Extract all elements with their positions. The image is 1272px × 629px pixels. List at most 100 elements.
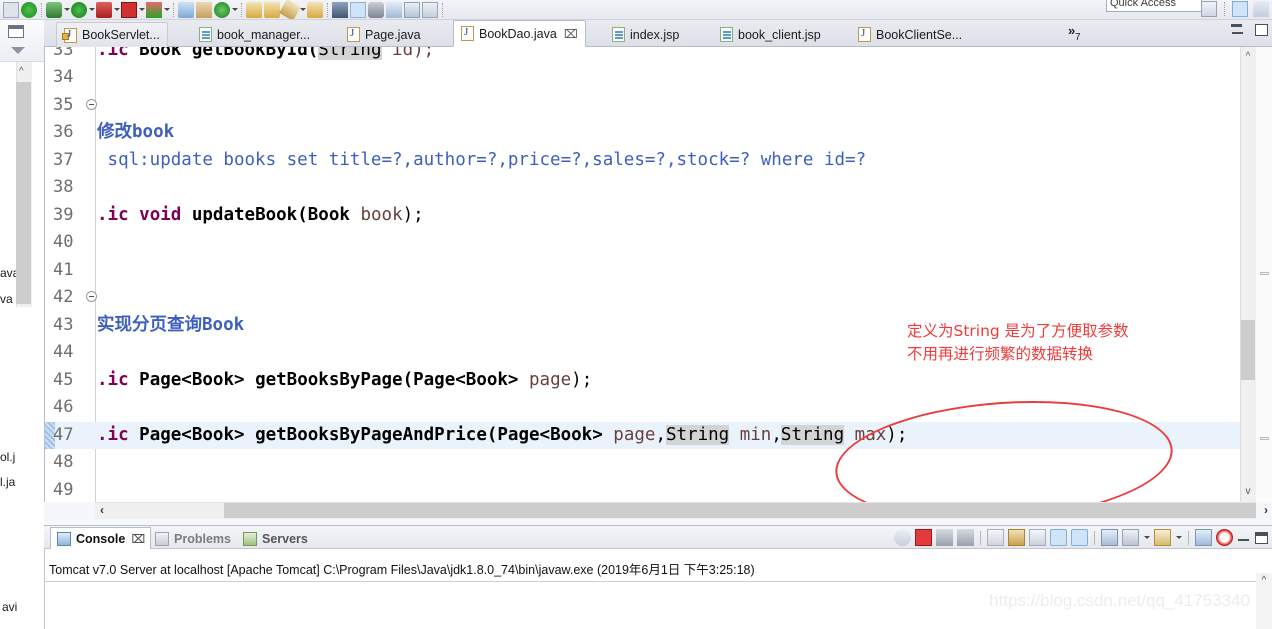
wrap-dropdown-icon[interactable] bbox=[1175, 530, 1182, 546]
open-perspective-icon[interactable] bbox=[1201, 1, 1217, 17]
open-folder-icon[interactable] bbox=[178, 1, 194, 18]
run-server-icon[interactable] bbox=[214, 1, 230, 18]
clear-console-icon[interactable] bbox=[987, 529, 1004, 546]
tab-console[interactable]: Console ⌧ bbox=[50, 527, 152, 550]
debug-icon[interactable] bbox=[46, 1, 62, 18]
edit-dropdown-icon[interactable] bbox=[299, 2, 306, 18]
server-dropdown-icon[interactable] bbox=[231, 2, 238, 18]
debug-dropdown-icon[interactable] bbox=[63, 2, 70, 18]
editor-tab-page-java[interactable]: Page.java bbox=[340, 22, 428, 47]
code-line[interactable]: 36 修改book bbox=[45, 119, 1272, 147]
lock-scroll-icon[interactable] bbox=[1008, 529, 1025, 546]
pin-icon[interactable] bbox=[332, 1, 348, 18]
tab-servers[interactable]: Servers bbox=[242, 528, 308, 550]
toggle-icon[interactable] bbox=[422, 1, 438, 18]
code-line[interactable]: 40 bbox=[45, 229, 1272, 257]
code-line[interactable]: 35 bbox=[45, 92, 1272, 120]
explorer-scroll-thumb[interactable] bbox=[16, 82, 31, 304]
editor-tab-bookservlet[interactable]: BookServlet... bbox=[56, 22, 168, 47]
console-output[interactable]: Tomcat v7.0 Server at localhost [Apache … bbox=[44, 549, 1272, 629]
coverage-icon[interactable] bbox=[96, 1, 112, 18]
console-preferences-icon[interactable] bbox=[1195, 529, 1212, 546]
explorer-item[interactable]: l.ja bbox=[0, 475, 16, 489]
explorer-item[interactable]: va bbox=[0, 292, 16, 306]
show-console-on-output-icon[interactable] bbox=[1029, 529, 1046, 546]
stop-icon[interactable] bbox=[121, 1, 137, 18]
code-line[interactable]: 37 sql:update books set title=?,author=?… bbox=[45, 147, 1272, 175]
minimize-icon[interactable] bbox=[1237, 532, 1251, 543]
editor-hscroll-thumb[interactable] bbox=[224, 503, 1256, 518]
console-vertical-scrollbar[interactable]: ^ bbox=[1256, 573, 1272, 629]
run-last-icon[interactable] bbox=[71, 1, 87, 18]
code-line[interactable]: 46 bbox=[45, 394, 1272, 422]
scroll-up-arrow-icon[interactable]: ^ bbox=[19, 67, 24, 77]
editor-tab-book-client-jsp[interactable]: book_client.jsp bbox=[713, 22, 828, 47]
code-line[interactable]: 45 .ic Page<Book> getBooksByPage(Page<Boo… bbox=[45, 367, 1272, 395]
close-icon[interactable]: ⌧ bbox=[564, 27, 578, 41]
editor-tab-index-jsp[interactable]: index.jsp bbox=[605, 22, 686, 47]
display-selected-console-icon[interactable] bbox=[1050, 529, 1067, 546]
view-menu-icon[interactable] bbox=[11, 47, 25, 54]
scroll-left-arrow-icon[interactable]: ‹ bbox=[100, 503, 104, 518]
remove-launch-icon[interactable] bbox=[936, 529, 953, 546]
run-dropdown-icon[interactable] bbox=[88, 2, 95, 18]
open-task-icon[interactable] bbox=[307, 1, 323, 18]
explorer-item[interactable]: avi bbox=[2, 600, 20, 614]
maximize-icon[interactable] bbox=[1255, 531, 1268, 544]
coverage-dropdown-icon[interactable] bbox=[113, 2, 120, 18]
perspective-icon[interactable] bbox=[404, 1, 420, 18]
new-console-view-icon[interactable] bbox=[1101, 529, 1118, 546]
stop-dropdown-icon[interactable] bbox=[138, 2, 145, 18]
editor-vertical-scrollbar[interactable]: ^ v bbox=[1240, 47, 1256, 502]
new-package-icon[interactable] bbox=[196, 1, 212, 18]
explorer-item[interactable]: ava bbox=[0, 266, 16, 280]
code-editor[interactable]: 33 .ic Book getBookById(String id); 34 35 36… bbox=[44, 47, 1272, 502]
quick-access-input[interactable]: Quick Access bbox=[1106, 0, 1202, 12]
code-line[interactable]: 38 bbox=[45, 174, 1272, 202]
code-line[interactable]: 49 bbox=[45, 477, 1272, 503]
tab-problems[interactable]: Problems bbox=[154, 528, 231, 550]
scroll-lock-icon[interactable] bbox=[894, 529, 911, 546]
step-icon[interactable] bbox=[146, 1, 162, 18]
source-code[interactable]: 33 .ic Book getBookById(String id); 34 35 36… bbox=[45, 47, 1272, 502]
restore-icon[interactable] bbox=[8, 25, 24, 38]
step-dropdown-icon[interactable] bbox=[163, 2, 170, 18]
console-dropdown-icon[interactable] bbox=[1143, 530, 1150, 546]
ansi-icon[interactable] bbox=[1216, 529, 1233, 546]
editor-tab-bookclientservice[interactable]: BookClientSe... bbox=[851, 22, 969, 47]
code-line[interactable]: 34 bbox=[45, 64, 1272, 92]
pin-console-icon[interactable] bbox=[1071, 529, 1088, 546]
code-line[interactable]: 33 .ic Book getBookById(String id); bbox=[45, 47, 1272, 64]
code-line[interactable]: 41 bbox=[45, 257, 1272, 285]
code-line[interactable]: 48 bbox=[45, 449, 1272, 477]
editor-overview-ruler[interactable] bbox=[1256, 47, 1272, 502]
overview-marker[interactable] bbox=[1260, 272, 1269, 275]
maximize-icon[interactable] bbox=[1255, 24, 1268, 36]
code-line[interactable]: 42 bbox=[45, 284, 1272, 312]
fold-collapse-icon[interactable] bbox=[86, 98, 97, 110]
scroll-up-arrow-icon[interactable]: ^ bbox=[1242, 51, 1254, 63]
word-wrap-icon[interactable] bbox=[1154, 529, 1171, 546]
terminate-icon[interactable] bbox=[915, 529, 932, 546]
fold-collapse-icon[interactable] bbox=[86, 291, 97, 302]
editor-tab-book-manager[interactable]: book_manager... bbox=[192, 22, 317, 47]
close-icon[interactable]: ⌧ bbox=[131, 532, 145, 546]
java-ee-perspective-icon[interactable] bbox=[1232, 1, 1248, 17]
highlight-icon[interactable] bbox=[350, 1, 366, 18]
overview-marker[interactable] bbox=[1260, 437, 1269, 440]
scroll-down-arrow-icon[interactable]: v bbox=[1242, 486, 1254, 498]
scroll-up-arrow-icon[interactable]: ^ bbox=[1258, 575, 1270, 587]
code-line[interactable]: 47 .ic Page<Book> getBooksByPageAndPrice(… bbox=[45, 421, 1272, 449]
editor-scroll-thumb[interactable] bbox=[1241, 320, 1255, 380]
remove-all-terminated-icon[interactable] bbox=[957, 529, 974, 546]
open-type-icon[interactable] bbox=[246, 1, 262, 18]
code-line[interactable]: 39 .ic void updateBook(Book book); bbox=[45, 202, 1272, 230]
external-tools-icon[interactable] bbox=[386, 1, 402, 18]
explorer-item[interactable]: ol.j bbox=[0, 450, 16, 464]
scroll-right-arrow-icon[interactable]: › bbox=[1264, 503, 1268, 518]
link-icon[interactable] bbox=[368, 1, 384, 18]
open-resource-icon[interactable] bbox=[264, 1, 280, 18]
pencil-icon[interactable] bbox=[279, 0, 301, 19]
java-perspective-icon[interactable] bbox=[1253, 1, 1269, 17]
run-icon[interactable] bbox=[21, 1, 37, 18]
